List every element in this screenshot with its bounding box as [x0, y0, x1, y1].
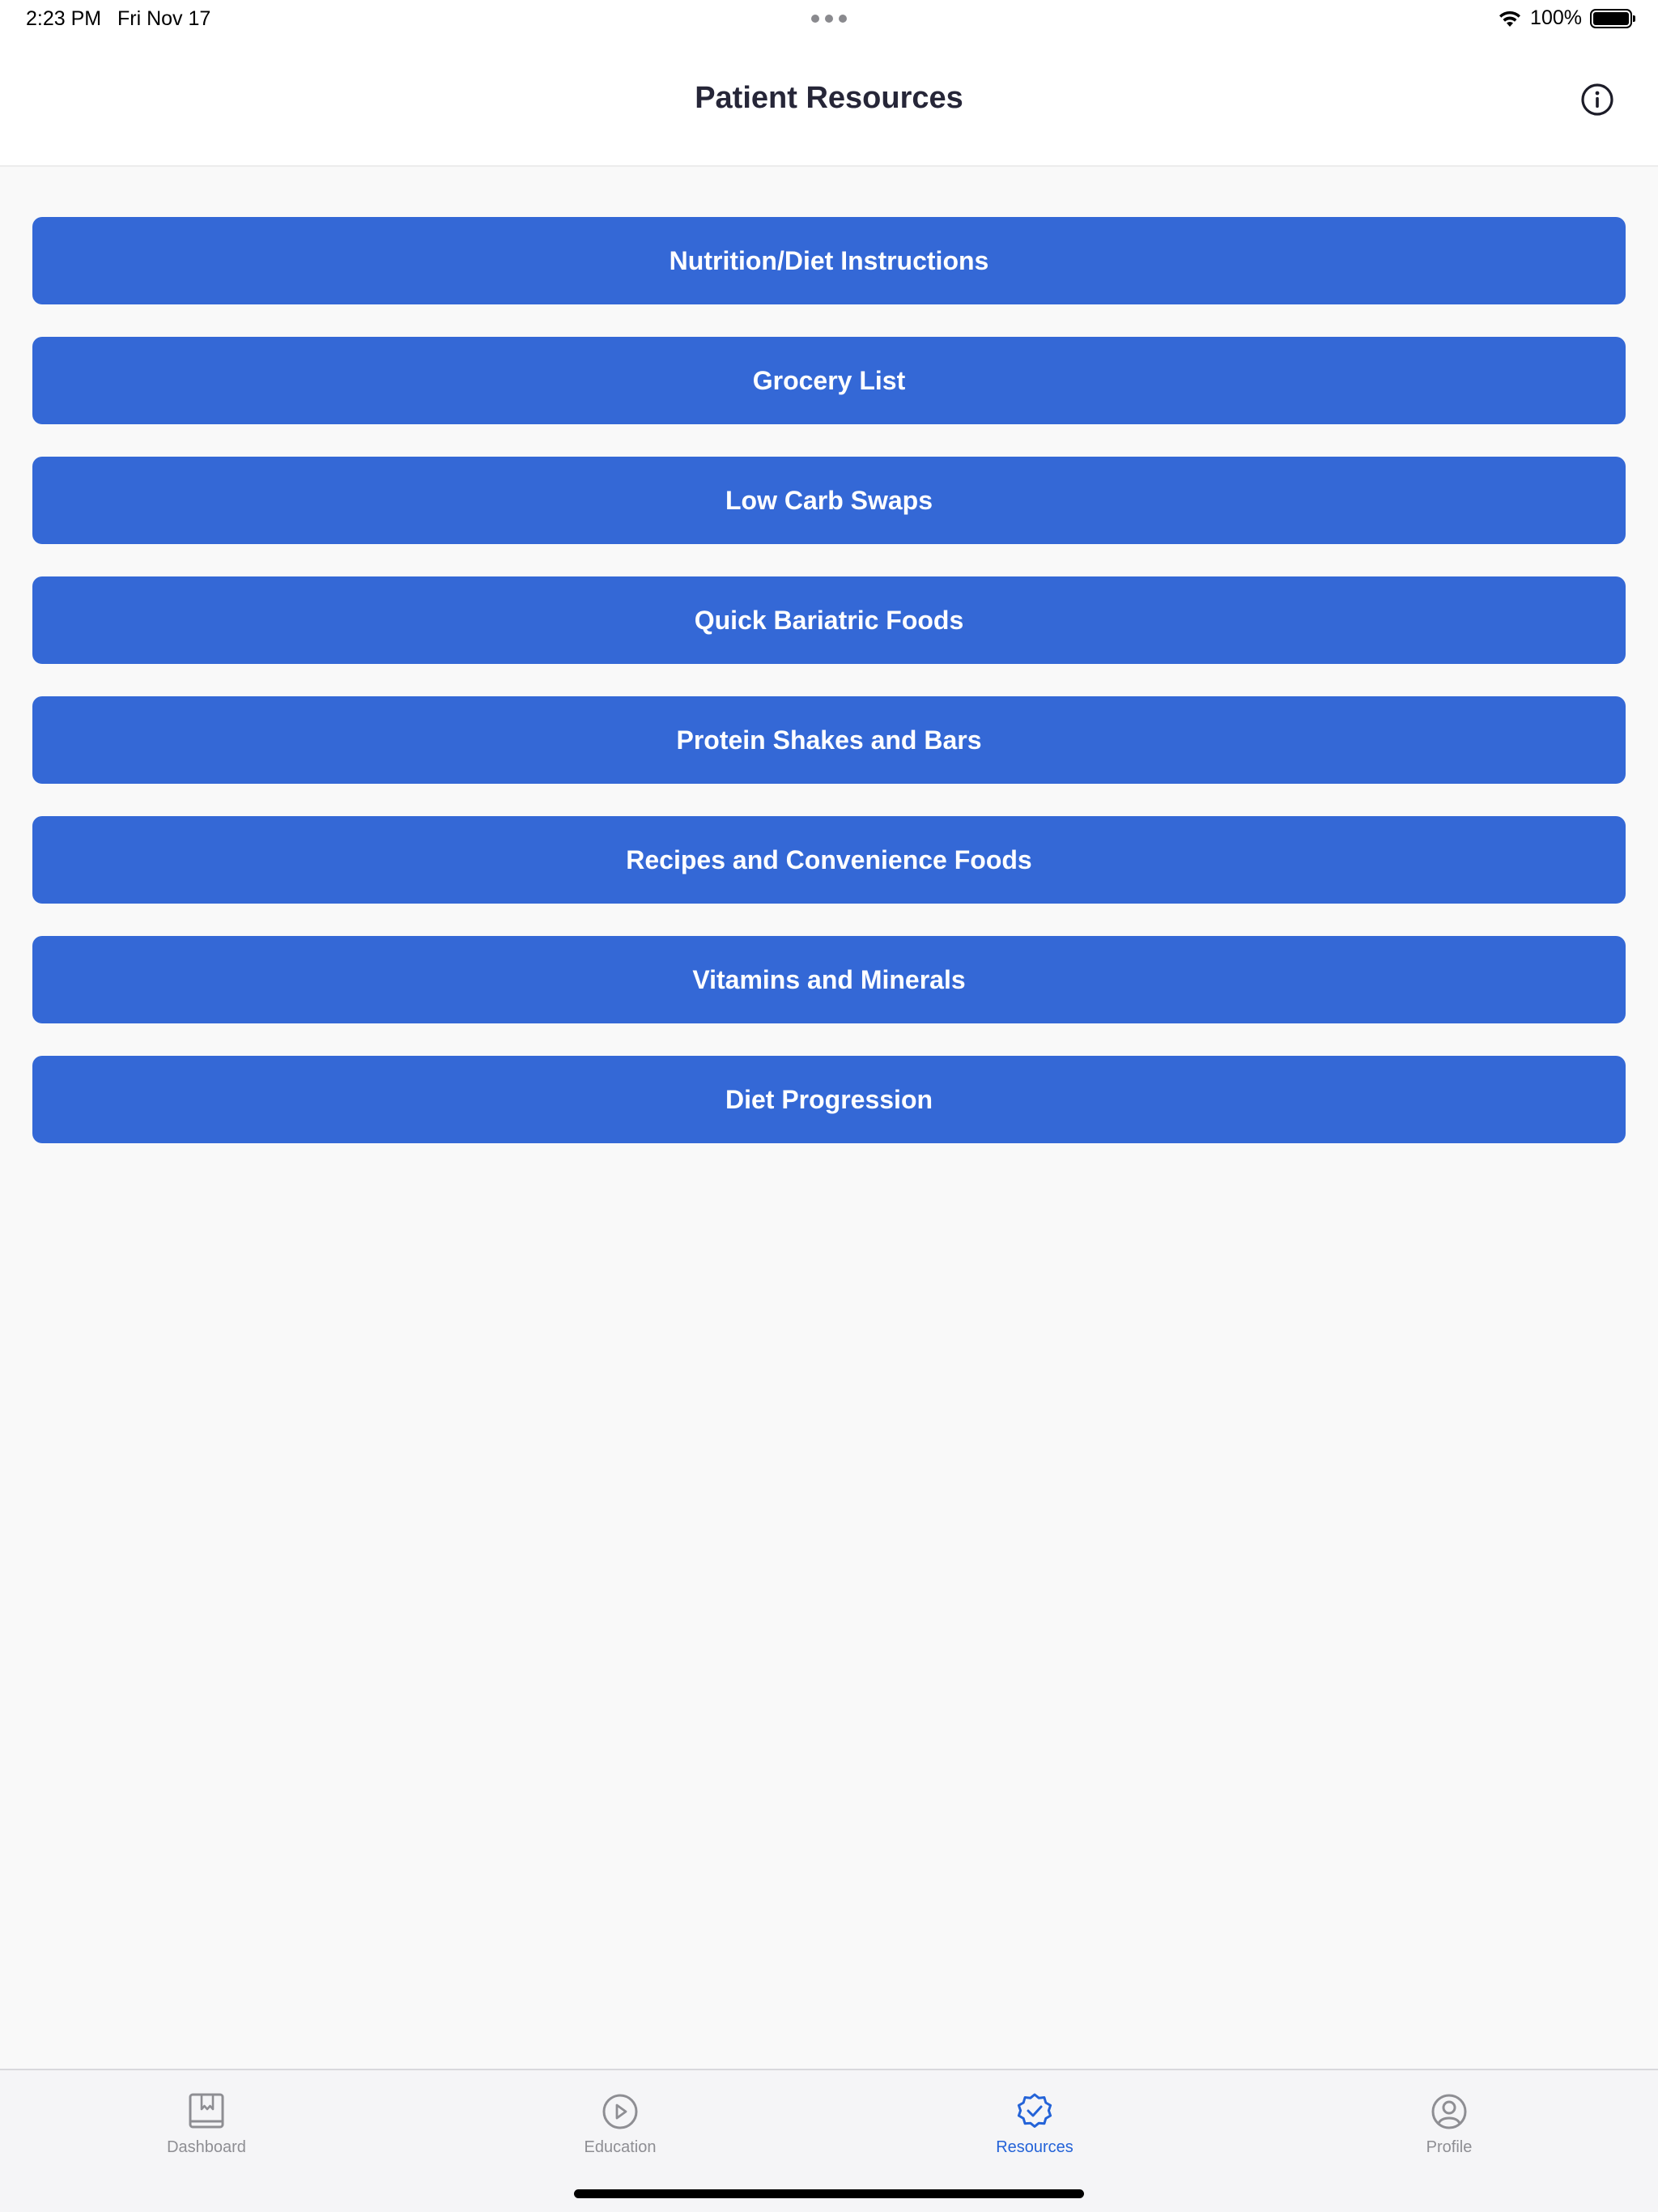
status-indicators: 100%	[1498, 6, 1635, 30]
verified-badge-icon	[1017, 2093, 1052, 2128]
button-label: Grocery List	[752, 365, 906, 395]
quick-bariatric-foods-button[interactable]: Quick Bariatric Foods	[32, 576, 1626, 664]
status-date: Fri Nov 17	[117, 7, 211, 30]
profile-icon	[1431, 2094, 1467, 2129]
nutrition-diet-instructions-button[interactable]: Nutrition/Diet Instructions	[32, 217, 1626, 304]
tab-label: Resources	[996, 2138, 1073, 2156]
button-label: Recipes and Convenience Foods	[626, 844, 1032, 874]
tab-profile[interactable]: Profile	[1344, 2091, 1554, 2157]
tab-dashboard[interactable]: Dashboard	[101, 2091, 312, 2157]
recipes-and-convenience-foods-button[interactable]: Recipes and Convenience Foods	[32, 816, 1626, 904]
vitamins-and-minerals-button[interactable]: Vitamins and Minerals	[32, 936, 1626, 1023]
diet-progression-button[interactable]: Diet Progression	[32, 1056, 1626, 1143]
navigation-header: Patient Resources	[0, 39, 1658, 167]
tab-label: Dashboard	[167, 2138, 246, 2156]
battery-percentage: 100%	[1530, 6, 1582, 29]
battery-icon	[1590, 8, 1635, 28]
button-label: Low Carb Swaps	[725, 485, 933, 515]
status-time: 2:23 PM	[26, 7, 102, 30]
button-label: Protein Shakes and Bars	[676, 725, 982, 755]
tab-education[interactable]: Education	[515, 2091, 725, 2157]
protein-shakes-and-bars-button[interactable]: Protein Shakes and Bars	[32, 696, 1626, 784]
page-title: Patient Resources	[695, 81, 963, 115]
tab-label: Profile	[1426, 2138, 1473, 2156]
home-indicator[interactable]	[574, 2189, 1084, 2198]
wifi-icon	[1499, 11, 1521, 27]
dashboard-icon	[189, 2093, 224, 2129]
tab-label: Education	[584, 2138, 657, 2156]
info-icon[interactable]	[1580, 83, 1614, 117]
resource-list: Nutrition/Diet Instructions Grocery List…	[32, 217, 1626, 1143]
tab-resources[interactable]: Resources	[929, 2091, 1140, 2157]
low-carb-swaps-button[interactable]: Low Carb Swaps	[32, 457, 1626, 544]
button-label: Diet Progression	[725, 1084, 933, 1114]
play-circle-icon	[602, 2094, 638, 2129]
button-label: Vitamins and Minerals	[692, 964, 966, 994]
multitasking-dots-icon[interactable]	[811, 15, 847, 23]
screen: 2:23 PM Fri Nov 17 100% Patient Resource…	[0, 0, 1658, 2212]
status-bar: 2:23 PM Fri Nov 17 100%	[0, 0, 1658, 39]
grocery-list-button[interactable]: Grocery List	[32, 337, 1626, 424]
button-label: Nutrition/Diet Instructions	[669, 245, 989, 275]
button-label: Quick Bariatric Foods	[694, 605, 964, 635]
